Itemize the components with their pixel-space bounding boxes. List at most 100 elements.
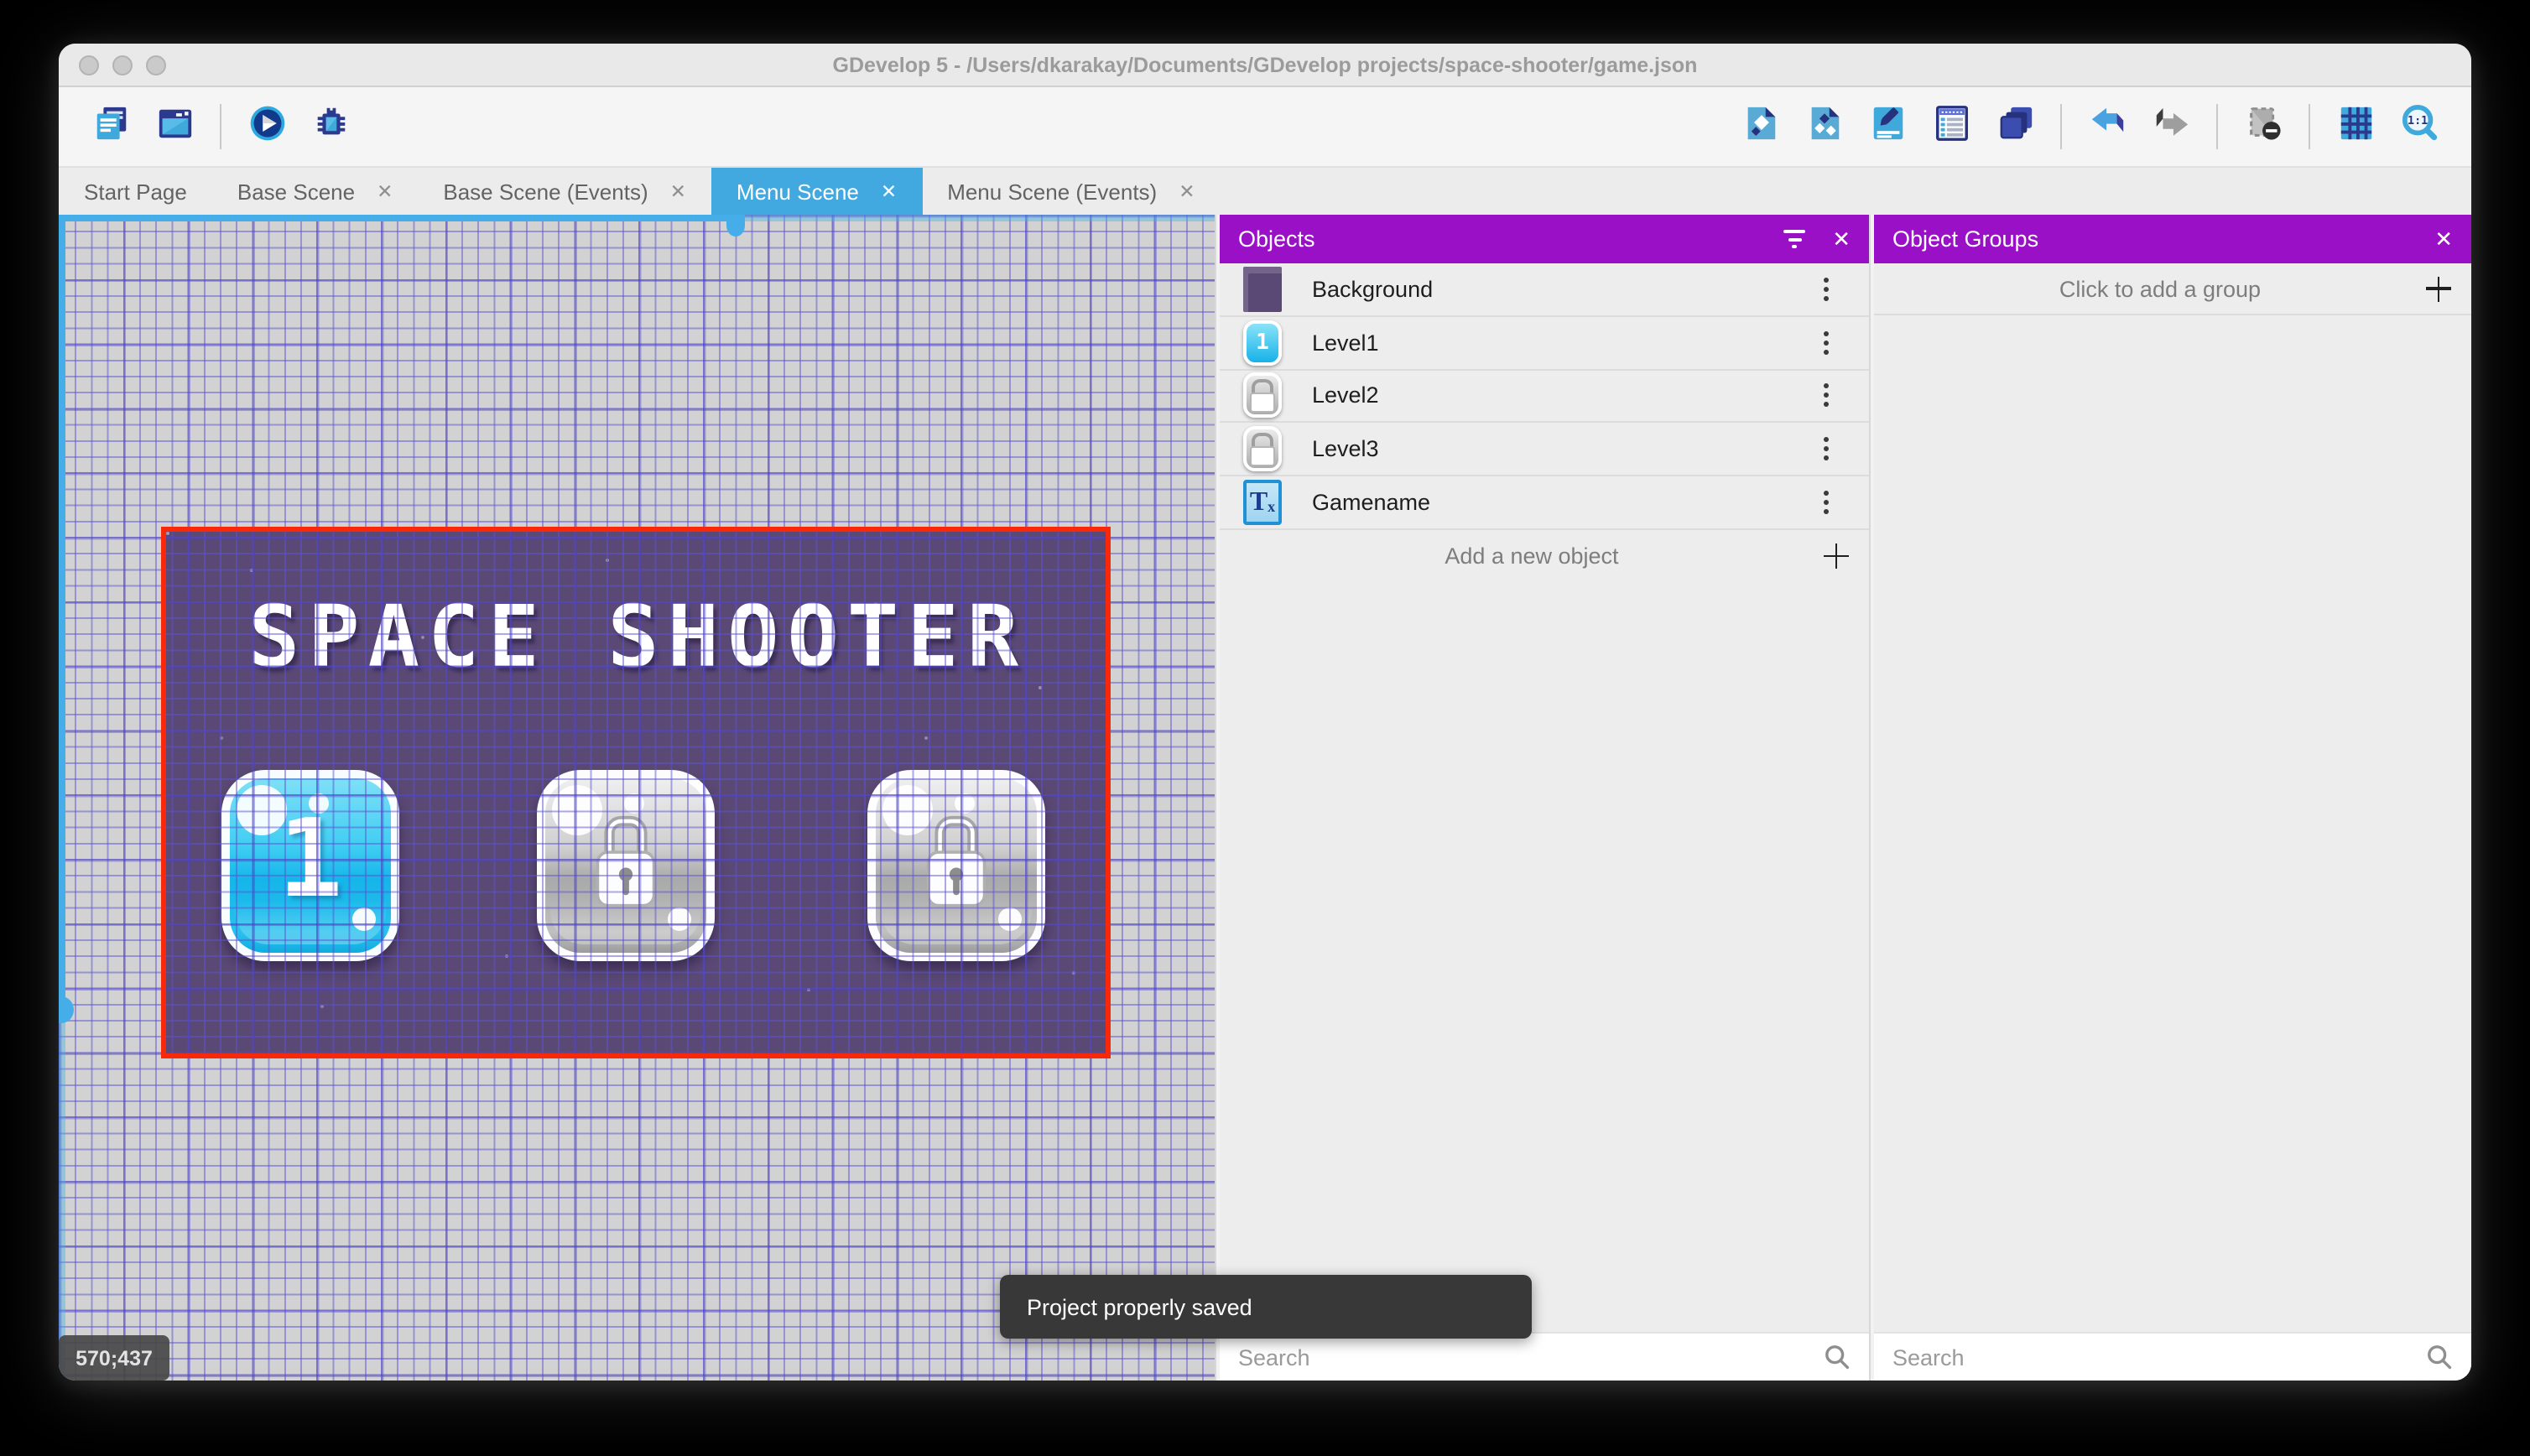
tab-close-icon[interactable] [1179, 179, 1195, 203]
tab-base-scene-events[interactable]: Base Scene (Events) [418, 168, 711, 215]
title-bar: GDevelop 5 - /Users/dkarakay/Documents/G… [59, 44, 2471, 87]
objects-search-input[interactable] [1238, 1344, 1824, 1370]
background-thumbnail [1243, 266, 1282, 312]
preview-button[interactable] [244, 104, 289, 149]
undo-icon [2088, 103, 2127, 150]
object-groups-panel: Object Groups Click to add a group [1874, 215, 2471, 1381]
close-objects-panel-button[interactable] [1832, 228, 1851, 250]
redo-button[interactable] [2148, 104, 2194, 149]
objects-panel-title: Objects [1238, 226, 1315, 252]
tab-label: Base Scene [237, 179, 356, 204]
objects-editor-icon [1741, 103, 1779, 150]
button-highlight [237, 785, 287, 835]
open-instances-list-button[interactable] [1929, 104, 1974, 149]
open-scene-window-button[interactable] [152, 104, 197, 149]
object-row-level3[interactable]: Level3 [1220, 424, 1869, 477]
instances-list-icon [1932, 103, 1970, 150]
undo-button[interactable] [2085, 104, 2130, 149]
groups-search-bar [1874, 1332, 2471, 1381]
toolbar-divider [220, 104, 221, 149]
object-menu-icon[interactable] [1824, 500, 1829, 506]
plus-icon[interactable] [1824, 543, 1849, 569]
add-group-row[interactable]: Click to add a group [1874, 263, 2471, 315]
open-layers-editor-button[interactable] [1992, 104, 2038, 149]
plus-icon[interactable] [2426, 276, 2451, 301]
desktop-background: GDevelop 5 - /Users/dkarakay/Documents/G… [0, 0, 2530, 1456]
vertical-scrollbar-marker[interactable] [59, 996, 74, 1023]
button-highlight [882, 785, 933, 835]
scene-window-icon [155, 103, 194, 150]
filter-objects-button[interactable] [1783, 230, 1806, 248]
project-manager-button[interactable] [88, 104, 133, 149]
tab-menu-scene-events[interactable]: Menu Scene (Events) [922, 168, 1220, 215]
search-icon [1825, 1345, 1850, 1370]
toggle-window-mask-button[interactable] [2241, 104, 2286, 149]
object-menu-icon[interactable] [1824, 286, 1829, 292]
open-properties-button[interactable] [1865, 104, 1910, 149]
level-3-button-instance[interactable] [867, 770, 1045, 961]
objects-list: Background Level1 Level2 Level3 Gamename [1220, 263, 1869, 530]
object-name-label: Gamename [1312, 490, 1431, 516]
tab-base-scene[interactable]: Base Scene [212, 168, 419, 215]
objects-panel: Objects Background Level1 Level2 Level3 Game… [1220, 215, 1869, 1381]
grid-icon [2336, 103, 2375, 150]
debug-icon [311, 103, 350, 150]
toolbar-divider [2060, 104, 2062, 149]
project-manager-icon [91, 103, 130, 150]
button-highlight [552, 785, 602, 835]
toggle-grid-button[interactable] [2333, 104, 2378, 149]
object-row-gamename[interactable]: Gamename [1220, 476, 1869, 530]
object-menu-icon[interactable] [1824, 340, 1829, 346]
toolbar-divider [2309, 104, 2310, 149]
close-object-groups-panel-button[interactable] [2434, 228, 2453, 250]
tab-close-icon[interactable] [670, 179, 686, 203]
zoom-icon: 1:1 [2400, 103, 2439, 150]
close-icon [2434, 228, 2453, 250]
objects-search-bar [1220, 1332, 1869, 1381]
tab-label: Menu Scene (Events) [947, 179, 1158, 204]
tab-bar: Start Page Base Scene Base Scene (Events) M… [59, 166, 2471, 215]
debug-button[interactable] [308, 104, 353, 149]
tab-label: Base Scene (Events) [443, 179, 648, 204]
horizontal-scrollbar-marker[interactable] [726, 215, 745, 237]
open-objects-editor-button[interactable] [1737, 104, 1783, 149]
groups-search-input[interactable] [1892, 1344, 2426, 1370]
object-row-background[interactable]: Background [1220, 263, 1869, 317]
main-toolbar: 1:1 [59, 87, 2471, 166]
game-scene-preview[interactable]: SPACE SHOOTER 1 [166, 532, 1106, 1053]
cursor-coordinates-badge: 570;437 [59, 1335, 169, 1381]
scene-title-text-object[interactable]: SPACE SHOOTER [200, 589, 1075, 688]
tab-label: Start Page [84, 179, 187, 204]
vertical-scrollbar[interactable] [59, 215, 65, 1381]
object-menu-icon[interactable] [1824, 393, 1829, 398]
layers-editor-icon [1996, 103, 2034, 150]
object-name-label: Level3 [1312, 436, 1379, 462]
scene-editor-canvas[interactable]: SPACE SHOOTER 1 570;437 [59, 215, 1215, 1381]
tab-start-page[interactable]: Start Page [59, 168, 212, 215]
object-name-label: Level1 [1312, 330, 1379, 356]
horizontal-scrollbar[interactable] [59, 215, 1215, 221]
save-toast: Project properly saved [1000, 1275, 1532, 1339]
object-menu-icon[interactable] [1824, 446, 1829, 452]
add-object-label: Add a new object [1445, 543, 1619, 569]
open-object-groups-editor-button[interactable] [1801, 104, 1846, 149]
objects-panel-header: Objects [1220, 215, 1869, 263]
text-object-thumbnail [1243, 480, 1282, 526]
toolbar-divider [2216, 104, 2218, 149]
object-row-level2[interactable]: Level2 [1220, 370, 1869, 424]
object-groups-panel-header: Object Groups [1874, 215, 2471, 263]
close-icon [1832, 228, 1851, 250]
add-group-label: Click to add a group [2059, 276, 2262, 301]
tab-menu-scene[interactable]: Menu Scene [711, 168, 923, 215]
tab-close-icon[interactable] [881, 179, 897, 203]
level-2-button-instance[interactable] [537, 770, 715, 961]
object-groups-panel-title: Object Groups [1892, 226, 2039, 252]
object-row-level1[interactable]: Level1 [1220, 317, 1869, 371]
add-object-row[interactable]: Add a new object [1220, 530, 1869, 582]
level1-thumbnail [1243, 320, 1282, 366]
tab-close-icon[interactable] [377, 179, 393, 203]
level-1-button-instance[interactable]: 1 [221, 770, 399, 961]
object-name-label: Background [1312, 276, 1434, 302]
zoom-button[interactable]: 1:1 [2397, 103, 2442, 150]
editor-content: SPACE SHOOTER 1 570;437 Objects ✕ Backgr… [59, 215, 2471, 1381]
